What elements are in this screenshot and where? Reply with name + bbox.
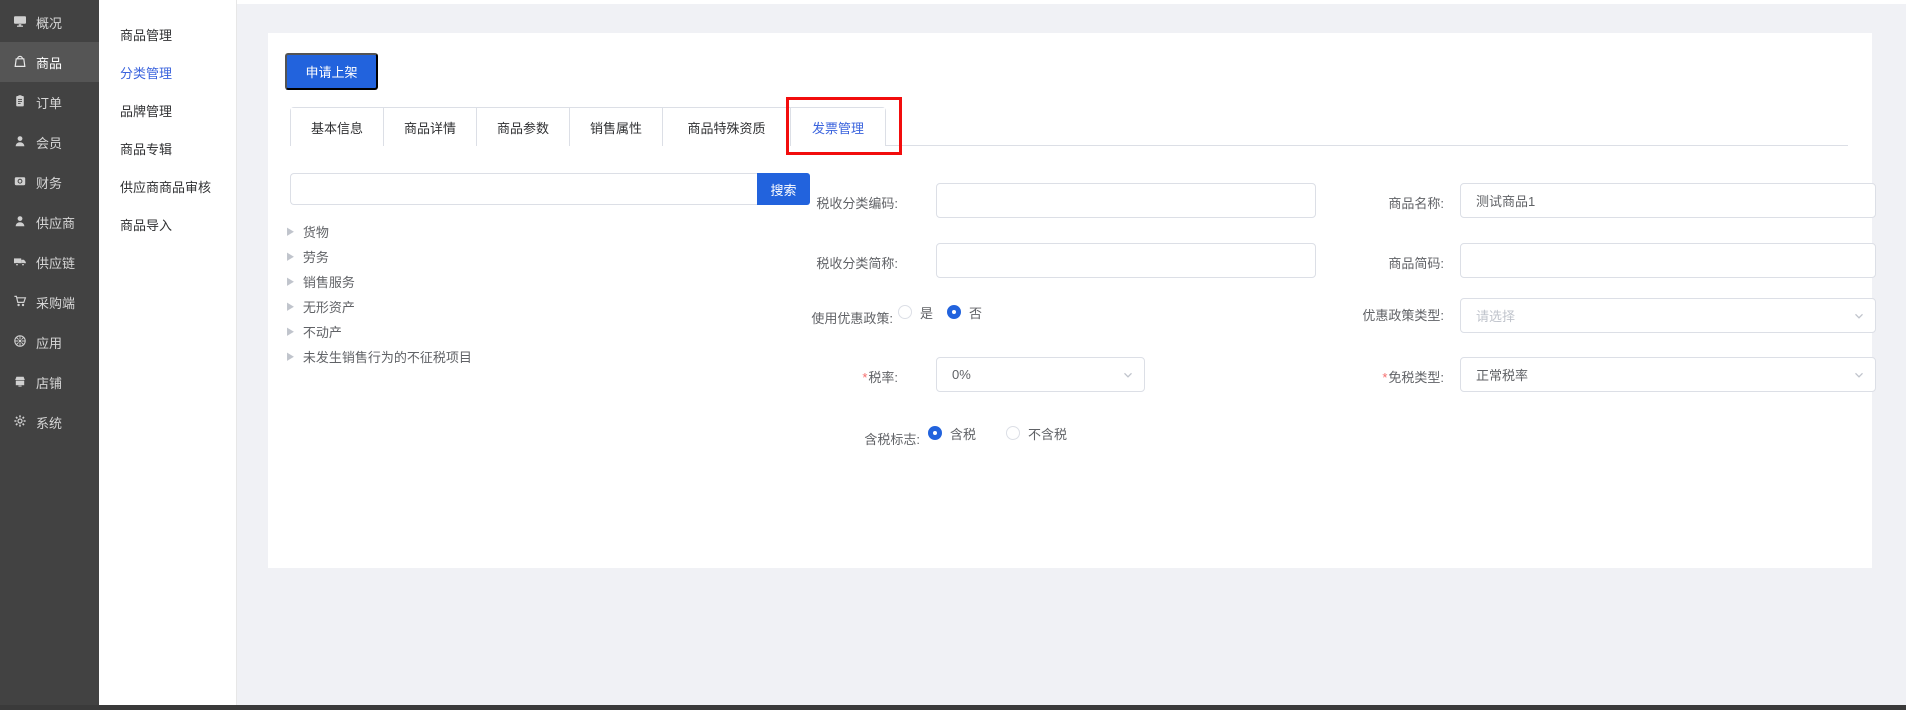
tree-item-real-estate[interactable]: ▶不动产 bbox=[287, 319, 767, 344]
store-icon bbox=[13, 374, 27, 391]
chevron-down-icon bbox=[1853, 310, 1865, 325]
radio-tax-included-label[interactable]: 含税 bbox=[950, 424, 976, 443]
bag-icon bbox=[13, 54, 27, 71]
product-tabs: 基本信息 商品详情 商品参数 销售属性 商品特殊资质 发票管理 bbox=[290, 107, 1848, 146]
submenu-item-category-management[interactable]: 分类管理 bbox=[99, 55, 236, 93]
tax-code-input[interactable] bbox=[936, 183, 1316, 218]
sidebar-item-orders[interactable]: 订单 bbox=[0, 82, 99, 122]
sidebar-item-products[interactable]: 商品 bbox=[0, 42, 99, 82]
sidebar-item-supply-chain[interactable]: 供应链 bbox=[0, 242, 99, 282]
tax-short-name-label: 税收分类简称: bbox=[768, 253, 898, 272]
taskbar-edge bbox=[0, 705, 1906, 710]
sidebar-item-label: 应用 bbox=[36, 333, 62, 352]
tab-product-detail[interactable]: 商品详情 bbox=[384, 108, 477, 146]
submenu-item-supplier-product-review[interactable]: 供应商商品审核 bbox=[99, 169, 236, 207]
tab-special-qualifications[interactable]: 商品特殊资质 bbox=[663, 108, 791, 146]
sidebar-item-label: 商品 bbox=[36, 53, 62, 72]
tree-item-non-taxable[interactable]: ▶未发生销售行为的不征税项目 bbox=[287, 344, 767, 369]
apps-icon bbox=[13, 334, 27, 351]
policy-type-select[interactable]: 请选择 bbox=[1460, 298, 1876, 333]
monitor-icon bbox=[13, 14, 27, 31]
order-icon bbox=[13, 94, 27, 111]
submenu-item-product-albums[interactable]: 商品专辑 bbox=[99, 131, 236, 169]
caret-right-icon[interactable]: ▶ bbox=[287, 300, 294, 313]
primary-sidebar: 概况 商品 订单 会员 财务 供应商 供应链 采购端 应用 店铺 系统 bbox=[0, 0, 99, 705]
sidebar-item-label: 会员 bbox=[36, 133, 62, 152]
sidebar-item-system[interactable]: 系统 bbox=[0, 402, 99, 442]
radio-yes[interactable] bbox=[898, 305, 912, 319]
supply-chain-icon bbox=[13, 254, 27, 271]
submenu-item-product-management[interactable]: 商品管理 bbox=[99, 17, 236, 55]
caret-right-icon[interactable]: ▶ bbox=[287, 325, 294, 338]
preferential-policy-radio-group: 是 否 bbox=[898, 304, 982, 320]
radio-no-label[interactable]: 否 bbox=[969, 303, 982, 322]
sidebar-item-suppliers[interactable]: 供应商 bbox=[0, 202, 99, 242]
required-asterisk: * bbox=[862, 370, 867, 385]
tab-invoice-management[interactable]: 发票管理 bbox=[791, 108, 885, 146]
sidebar-item-label: 采购端 bbox=[36, 293, 75, 312]
supplier-icon bbox=[13, 214, 27, 231]
tax-classification-tree: ▶货物 ▶劳务 ▶销售服务 ▶无形资产 ▶不动产 ▶未发生销售行为的不征税项目 bbox=[287, 219, 767, 369]
tax-short-name-input[interactable] bbox=[936, 243, 1316, 278]
tax-rate-select[interactable]: 0% bbox=[936, 357, 1145, 392]
submenu-item-product-import[interactable]: 商品导入 bbox=[99, 207, 236, 245]
apply-listing-button[interactable]: 申请上架 bbox=[285, 53, 378, 90]
product-short-code-label: 商品简码: bbox=[1314, 253, 1444, 272]
tab-product-params[interactable]: 商品参数 bbox=[477, 108, 570, 146]
sidebar-item-overview[interactable]: 概况 bbox=[0, 2, 99, 42]
tree-item-goods[interactable]: ▶货物 bbox=[287, 219, 767, 244]
finance-icon bbox=[13, 174, 27, 191]
caret-right-icon[interactable]: ▶ bbox=[287, 275, 294, 288]
product-name-label: 商品名称: bbox=[1314, 193, 1444, 212]
sidebar-item-label: 供应商 bbox=[36, 213, 75, 232]
member-icon bbox=[13, 134, 27, 151]
sidebar-item-finance[interactable]: 财务 bbox=[0, 162, 99, 202]
tax-free-type-select[interactable]: 正常税率 bbox=[1460, 357, 1876, 392]
tax-free-type-label: *免税类型: bbox=[1314, 367, 1444, 386]
caret-right-icon[interactable]: ▶ bbox=[287, 225, 294, 238]
sidebar-item-label: 店铺 bbox=[36, 373, 62, 392]
tax-included-radio-group: 含税 不含税 bbox=[928, 425, 1067, 441]
product-name-input[interactable] bbox=[1460, 183, 1876, 218]
caret-right-icon[interactable]: ▶ bbox=[287, 250, 294, 263]
caret-right-icon[interactable]: ▶ bbox=[287, 350, 294, 363]
sidebar-item-procurement[interactable]: 采购端 bbox=[0, 282, 99, 322]
radio-tax-excluded[interactable] bbox=[1006, 426, 1020, 440]
tax-classification-search: 搜索 bbox=[290, 173, 810, 205]
sidebar-item-store[interactable]: 店铺 bbox=[0, 362, 99, 402]
tab-basic-info[interactable]: 基本信息 bbox=[291, 108, 384, 146]
chevron-down-icon bbox=[1122, 369, 1134, 384]
chevron-down-icon bbox=[1853, 369, 1865, 384]
system-icon bbox=[13, 414, 27, 431]
top-strip bbox=[237, 0, 1906, 4]
sidebar-item-label: 系统 bbox=[36, 413, 62, 432]
radio-tax-included[interactable] bbox=[928, 426, 942, 440]
tax-code-label: 税收分类编码: bbox=[768, 193, 898, 212]
tax-rate-label: *税率: bbox=[768, 367, 898, 386]
tax-included-label: 含税标志: bbox=[790, 429, 920, 448]
preferential-policy-label: 使用优惠政策: bbox=[763, 308, 893, 327]
tree-item-intangible-assets[interactable]: ▶无形资产 bbox=[287, 294, 767, 319]
sidebar-item-members[interactable]: 会员 bbox=[0, 122, 99, 162]
required-asterisk: * bbox=[1382, 370, 1387, 385]
policy-type-label: 优惠政策类型: bbox=[1314, 305, 1444, 324]
sidebar-item-label: 供应链 bbox=[36, 253, 75, 272]
submenu-item-brand-management[interactable]: 品牌管理 bbox=[99, 93, 236, 131]
product-short-code-input[interactable] bbox=[1460, 243, 1876, 278]
radio-yes-label[interactable]: 是 bbox=[920, 303, 933, 322]
sidebar-item-label: 订单 bbox=[36, 93, 62, 112]
procurement-icon bbox=[13, 294, 27, 311]
invoice-management-card: 申请上架 基本信息 商品详情 商品参数 销售属性 商品特殊资质 发票管理 搜索 … bbox=[268, 33, 1872, 568]
radio-no[interactable] bbox=[947, 305, 961, 319]
products-submenu: 商品管理 分类管理 品牌管理 商品专辑 供应商商品审核 商品导入 bbox=[99, 0, 237, 705]
tree-item-labor[interactable]: ▶劳务 bbox=[287, 244, 767, 269]
sidebar-item-apps[interactable]: 应用 bbox=[0, 322, 99, 362]
tab-sales-attributes[interactable]: 销售属性 bbox=[570, 108, 663, 146]
radio-tax-excluded-label[interactable]: 不含税 bbox=[1028, 424, 1067, 443]
sidebar-item-label: 财务 bbox=[36, 173, 62, 192]
search-input[interactable] bbox=[290, 173, 757, 205]
sidebar-item-label: 概况 bbox=[36, 13, 62, 32]
tree-item-sales-services[interactable]: ▶销售服务 bbox=[287, 269, 767, 294]
